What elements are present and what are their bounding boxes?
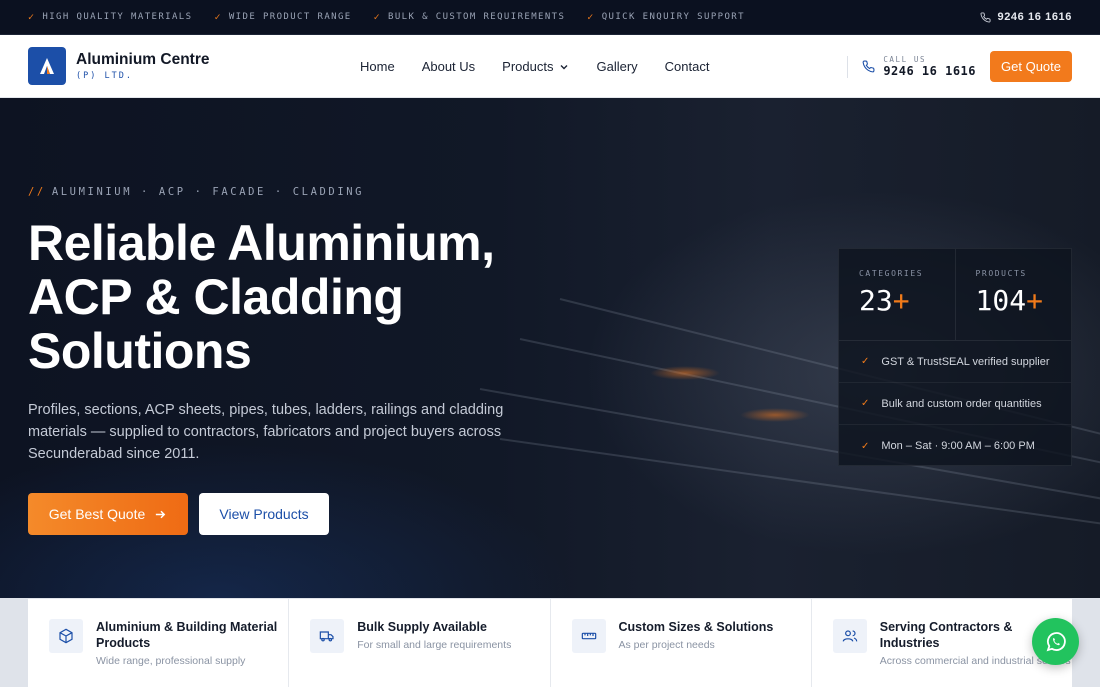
nav-item-contact[interactable]: Contact <box>665 59 710 74</box>
get-quote-button[interactable]: Get Quote <box>990 51 1072 82</box>
topbar-phone-link[interactable]: 9246 16 1616 <box>980 11 1073 23</box>
call-us-link[interactable]: CALL US 9246 16 1616 <box>862 55 976 78</box>
feature-subtitle: As per project needs <box>618 639 715 651</box>
brand-subtitle: (P) LTD. <box>76 71 133 81</box>
background-glow <box>740 408 810 422</box>
cube-icon <box>49 619 83 653</box>
arrow-right-icon <box>156 510 166 518</box>
hero-eyebrow: //ALUMINIUM · ACP · FACADE · CLADDING <box>28 186 365 198</box>
feature-title: Bulk Supply Available <box>357 620 487 634</box>
phone-icon <box>980 11 991 22</box>
stat-check-item: ✓ Mon – Sat · 9:00 AM – 6:00 PM <box>861 440 1035 452</box>
nav-menu: Home About Us Products Gallery Contact <box>360 35 736 98</box>
feature-card: Aluminium & Building Material Products W… <box>28 599 290 687</box>
logo-mark-icon <box>28 47 66 85</box>
stats-card: CATEGORIES 23+ PRODUCTS 104+ ✓ GST & Trus… <box>838 248 1072 466</box>
stat-products: PRODUCTS 104+ <box>954 249 1072 340</box>
check-icon: ✓ <box>861 398 870 409</box>
feature-card: Custom Sizes & Solutions As per project … <box>551 599 812 687</box>
nav-item-home[interactable]: Home <box>360 59 395 74</box>
nav-item-about[interactable]: About Us <box>422 59 475 74</box>
phone-icon <box>862 60 875 73</box>
hero-description: Profiles, sections, ACP sheets, pipes, t… <box>28 402 504 462</box>
get-best-quote-button[interactable]: Get Best Quote <box>28 493 188 535</box>
users-icon <box>832 619 867 653</box>
check-icon: ✓ <box>861 440 870 452</box>
check-icon: ✓ <box>861 356 870 367</box>
chevron-down-icon <box>560 64 568 69</box>
topbar-feature: ✓ WIDE PRODUCT RANGE <box>214 11 352 23</box>
whatsapp-icon <box>1046 631 1066 651</box>
topbar-feature: ✓ QUICK ENQUIRY SUPPORT <box>587 11 745 23</box>
truck-icon <box>310 619 345 653</box>
hero-headline: Reliable Aluminium, ACP & Cladding Solut… <box>28 215 495 379</box>
topbar-feature: ✓ BULK & CUSTOM REQUIREMENTS <box>373 11 566 23</box>
main-navbar: Aluminium Centre (P) LTD. Home About Us … <box>0 35 1100 98</box>
nav-item-gallery[interactable]: Gallery <box>596 59 637 74</box>
feature-title: Custom Sizes & Solutions <box>618 620 774 634</box>
nav-item-products[interactable]: Products <box>502 59 569 74</box>
brand-title: Aluminium Centre <box>76 51 210 68</box>
background-glow <box>650 366 720 380</box>
call-us-number: 9246 16 1616 <box>883 64 977 78</box>
features-strip: Aluminium & Building Material Products W… <box>28 598 1072 687</box>
check-icon: ✓ <box>373 11 382 23</box>
feature-card: Bulk Supply Available For small and larg… <box>289 599 551 687</box>
feature-subtitle: For small and large requirements <box>357 639 512 651</box>
stat-categories: CATEGORIES 23+ <box>859 269 924 317</box>
call-us-label: CALL US <box>883 55 927 64</box>
check-icon: ✓ <box>214 11 222 23</box>
brand-logo[interactable]: Aluminium Centre (P) LTD. <box>28 47 209 85</box>
check-icon: ✓ <box>28 11 36 23</box>
feature-subtitle: Wide range, professional supply <box>96 655 246 667</box>
nav-divider <box>847 55 849 78</box>
topbar-feature: ✓ HIGH QUALITY MATERIALS <box>28 11 193 23</box>
hero-section: //ALUMINIUM · ACP · FACADE · CLADDING Re… <box>0 98 1100 598</box>
feature-title: Aluminium & Building Material Products <box>96 620 278 650</box>
stat-check-item: ✓ GST & TrustSEAL verified supplier <box>839 341 1071 383</box>
ruler-icon <box>571 619 606 653</box>
view-products-button[interactable]: View Products <box>199 493 329 535</box>
whatsapp-chat-button[interactable] <box>1032 618 1079 665</box>
check-icon: ✓ <box>587 11 595 23</box>
top-bar: ✓ HIGH QUALITY MATERIALS ✓ WIDE PRODUCT RA… <box>0 0 1100 35</box>
stat-check-item: ✓ Bulk and custom order quantities <box>839 383 1071 425</box>
